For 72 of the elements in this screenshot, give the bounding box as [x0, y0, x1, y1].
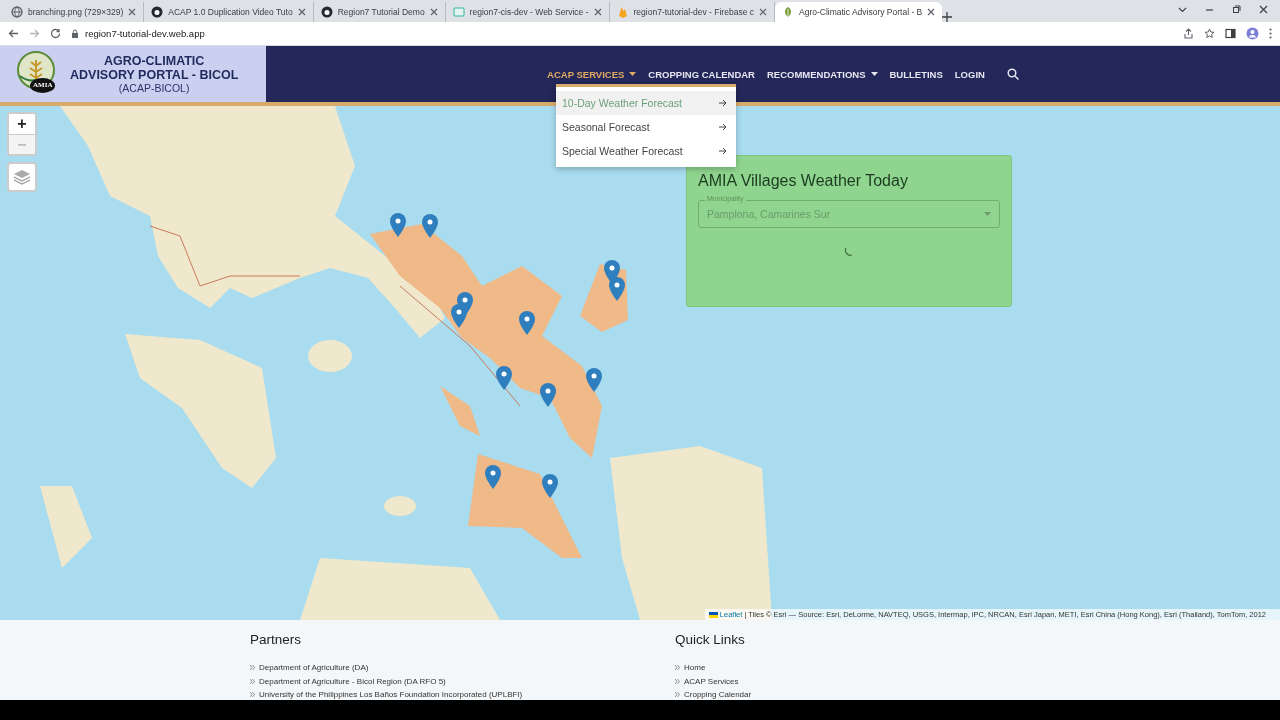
address-bar[interactable]: region7-tutorial-dev.web.app	[85, 28, 205, 39]
site-title: AGRO-CLIMATIC	[103, 53, 205, 68]
reload-icon[interactable]	[50, 28, 61, 39]
caret-down-icon	[870, 72, 878, 76]
highlighted-province-drawing[interactable]	[468, 454, 582, 558]
flag-icon	[708, 611, 718, 618]
menu-item[interactable]: Special Weather Forecast	[556, 139, 736, 163]
map-marker-icon[interactable]	[422, 214, 438, 238]
nav-link[interactable]: ACAP SERVICES	[547, 68, 637, 80]
map-marker-icon[interactable]	[586, 368, 602, 392]
footer-link[interactable]: University of the Philippines Los Baños Foundation Incorporated (UPLBFI)	[259, 688, 523, 702]
browser-tab[interactable]: Agro-Climatic Advisory Portal - B	[775, 2, 943, 22]
arrow-right-icon	[719, 147, 727, 155]
bullet-icon	[250, 692, 255, 698]
card-title: AMIA Villages Weather Today	[698, 172, 909, 190]
close-icon[interactable]	[1259, 4, 1268, 14]
arrow-right-icon	[719, 99, 727, 107]
landmass-drawing	[308, 340, 352, 372]
site-title: ADVISORY PORTAL - BICOL	[70, 67, 239, 82]
close-icon[interactable]	[927, 8, 936, 16]
avatar-icon[interactable]	[1246, 27, 1259, 40]
layers-icon	[13, 169, 31, 185]
arrow-right-icon	[719, 123, 727, 131]
search-icon[interactable]	[1006, 68, 1019, 80]
close-icon[interactable]	[297, 8, 306, 16]
footer-link[interactable]: ACAP Services	[684, 674, 739, 688]
caret-down-icon	[629, 72, 637, 76]
site-subtitle: (ACAP-BICOL)	[118, 81, 190, 95]
caret-down-icon	[984, 212, 991, 216]
close-icon[interactable]	[429, 8, 438, 16]
map-marker-icon[interactable]	[496, 366, 512, 390]
close-icon[interactable]	[593, 8, 602, 16]
map-marker-icon[interactable]	[451, 304, 467, 328]
share-icon[interactable]	[1183, 28, 1194, 39]
window-icon	[452, 6, 465, 18]
star-icon[interactable]	[1204, 28, 1215, 39]
map-marker-icon[interactable]	[519, 311, 535, 335]
nav-link[interactable]: LOGIN	[954, 68, 985, 80]
close-icon[interactable]	[759, 8, 767, 16]
map-marker-icon[interactable]	[609, 277, 625, 301]
highlighted-province-drawing[interactable]	[370, 224, 602, 458]
flame-icon	[616, 6, 629, 18]
more-icon[interactable]	[1269, 28, 1272, 39]
layers-button[interactable]	[7, 162, 37, 192]
maximize-icon[interactable]	[1232, 4, 1241, 14]
lock-icon	[71, 28, 79, 39]
leaf-icon	[782, 6, 794, 18]
nav-link[interactable]: RECOMMENDATIONS	[766, 68, 878, 80]
footer-heading: Quick Links	[675, 632, 746, 648]
bullet-icon	[675, 692, 680, 698]
close-icon[interactable]	[128, 8, 137, 16]
sidebar-icon[interactable]	[1225, 28, 1236, 39]
footer-link[interactable]: Home	[684, 661, 706, 675]
bullet-icon	[250, 665, 255, 671]
footer-link[interactable]: Cropping Calendar	[684, 688, 752, 702]
globe-icon	[11, 6, 23, 18]
nav-link[interactable]: BULLETINS	[889, 68, 943, 80]
nav-link[interactable]: CROPPING CALENDAR	[648, 68, 755, 80]
footer-heading: Partners	[250, 632, 303, 648]
footer-link[interactable]: Department of Agriculture (DA)	[259, 661, 369, 675]
map-marker-icon[interactable]	[390, 213, 406, 237]
menu-item[interactable]: Seasonal Forecast	[556, 115, 736, 139]
bullet-icon	[675, 665, 680, 671]
map-marker-icon[interactable]	[485, 465, 501, 489]
landmass-drawing	[384, 496, 416, 516]
bullet-icon	[250, 678, 255, 684]
back-arrow-icon[interactable]	[8, 28, 19, 39]
map-marker-icon[interactable]	[540, 383, 556, 407]
bullet-icon	[675, 678, 680, 684]
map-marker-icon[interactable]	[542, 474, 558, 498]
plus-icon[interactable]	[942, 12, 953, 22]
footer-link[interactable]: Department of Agriculture - Bicol Region (DA RFO 5)	[259, 674, 446, 688]
